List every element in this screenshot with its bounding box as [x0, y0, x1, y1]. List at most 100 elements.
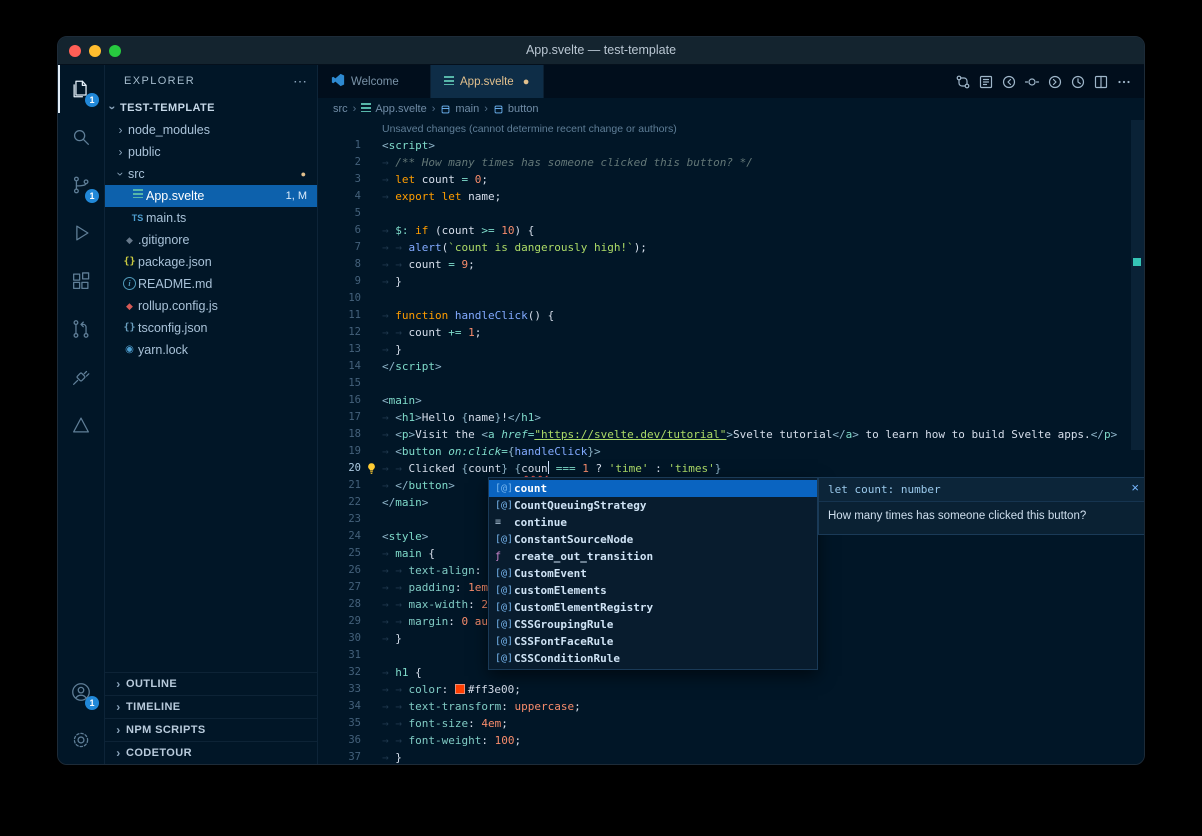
gutter-slot	[361, 426, 382, 443]
code-line[interactable]: 19→ <button on:click={handleClick}>	[318, 443, 1144, 460]
code-line[interactable]: 15	[318, 375, 1144, 392]
scrollbar-thumb[interactable]	[1131, 120, 1144, 450]
activitybar-run-and-debug-icon[interactable]	[58, 209, 104, 257]
suggestion-item[interactable]: [@]count	[489, 480, 817, 497]
file-row[interactable]: {}package.json	[105, 251, 317, 273]
activitybar-source-control-icon[interactable]: 1	[58, 161, 104, 209]
code-line[interactable]: 35 → → font-size: 4em;	[318, 715, 1144, 732]
file-row[interactable]: iREADME.md	[105, 273, 317, 295]
navigate-forward-icon[interactable]	[1047, 74, 1063, 90]
close-icon[interactable]: ×	[1131, 480, 1139, 495]
toggle-blame-icon[interactable]	[1024, 74, 1040, 90]
explorer-more-actions-icon[interactable]: ⋯	[293, 73, 307, 90]
suggestion-item[interactable]: [@]customElements	[489, 582, 817, 599]
code-line[interactable]: 14</script>	[318, 358, 1144, 375]
suggestion-item[interactable]: [@]CSSConditionRule	[489, 650, 817, 667]
suggestion-item[interactable]: [@]CountQueuingStrategy	[489, 497, 817, 514]
suggestion-item[interactable]: [@]ConstantSourceNode	[489, 531, 817, 548]
activitybar-extensions-icon[interactable]	[58, 257, 104, 305]
activitybar-azure-icon[interactable]	[58, 401, 104, 449]
close-window-button[interactable]	[69, 45, 81, 57]
file-row[interactable]: App.svelte1, M	[105, 185, 317, 207]
code-line[interactable]: 1<script>	[318, 137, 1144, 154]
suggestion-label: ConstantSourceNode	[514, 531, 633, 548]
sidebar-section-outline[interactable]: ›OUTLINE	[105, 672, 317, 695]
sidebar-section-npm-scripts[interactable]: ›NPM SCRIPTS	[105, 718, 317, 741]
suggestion-item[interactable]: [@]CustomEvent	[489, 565, 817, 582]
indent-whitespace: →	[382, 275, 395, 288]
code-line[interactable]: 6→ $: if (count >= 10) {	[318, 222, 1144, 239]
sidebar-section-codetour[interactable]: ›CODETOUR	[105, 741, 317, 764]
code-line[interactable]: 5	[318, 205, 1144, 222]
code-line[interactable]: 9→ }	[318, 273, 1144, 290]
suggestion-item[interactable]: [@]CSSFontFaceRule	[489, 633, 817, 650]
activitybar-remote-explorer-icon[interactable]	[58, 353, 104, 401]
section-label: NPM SCRIPTS	[126, 724, 206, 736]
suggestion-item[interactable]: ≡continue	[489, 514, 817, 531]
navigate-back-icon[interactable]	[1001, 74, 1017, 90]
code-line[interactable]: 2→ /** How many times has someone clicke…	[318, 154, 1144, 171]
code-line-content: → → font-size: 4em;	[382, 715, 1144, 732]
minimize-window-button[interactable]	[89, 45, 101, 57]
code-line[interactable]: 17→ <h1>Hello {name}!</h1>	[318, 409, 1144, 426]
git-compare-icon[interactable]	[955, 74, 971, 90]
suggestion-label: CustomElementRegistry	[514, 599, 653, 616]
file-history-icon[interactable]	[1070, 74, 1086, 90]
code-line[interactable]: 10	[318, 290, 1144, 307]
breadcrumb-item-main[interactable]: main	[440, 103, 479, 115]
code-line[interactable]: 3→ let count = 0;	[318, 171, 1144, 188]
tab-app-svelte[interactable]: App.svelte●	[431, 65, 544, 98]
breadcrumb-item-src[interactable]: src	[333, 103, 348, 115]
code-line[interactable]: 20→ → Clicked {count} {coun === 1 ? 'tim…	[318, 460, 1144, 477]
suggestion-item[interactable]: [@]CustomElementRegistry	[489, 599, 817, 616]
lightbulb-icon[interactable]	[361, 460, 382, 477]
activitybar-settings-icon[interactable]	[58, 716, 104, 764]
code-line[interactable]: 37→ }	[318, 749, 1144, 764]
code-line[interactable]: 33→ → color: #ff3e00;	[318, 681, 1144, 698]
activitybar-explorer-icon[interactable]: 1	[58, 65, 104, 113]
indent-whitespace: →	[382, 547, 395, 560]
code-line[interactable]: 18→ <p>Visit the <a href="https://svelte…	[318, 426, 1144, 443]
suggestion-item[interactable]: [@]CSSGroupingRule	[489, 616, 817, 633]
file-row[interactable]: ›src●	[105, 163, 317, 185]
file-row[interactable]: TSmain.ts	[105, 207, 317, 229]
line-number: 35	[318, 715, 361, 732]
code-line[interactable]: 16<main>	[318, 392, 1144, 409]
code-line-content: → → text-transform: uppercase;	[382, 698, 1144, 715]
file-label: package.json	[138, 255, 212, 269]
code-editor[interactable]: Unsaved changes (cannot determine recent…	[318, 120, 1144, 764]
code-line[interactable]: 34→ → text-transform: uppercase;	[318, 698, 1144, 715]
code-line[interactable]: 7→ → alert(`count is dangerously high!`)…	[318, 239, 1144, 256]
code-line[interactable]: 36→ → font-weight: 100;	[318, 732, 1144, 749]
file-row[interactable]: ◉yarn.lock	[105, 339, 317, 361]
activity-bar: 1 1 1	[58, 65, 105, 764]
file-row[interactable]: ›node_modules	[105, 119, 317, 141]
file-row[interactable]: ◆rollup.config.js	[105, 295, 317, 317]
code-line[interactable]: 13→ }	[318, 341, 1144, 358]
code-line[interactable]: 11→ function handleClick() {	[318, 307, 1144, 324]
gutter-slot	[361, 273, 382, 290]
line-number: 6	[318, 222, 361, 239]
breadcrumb-item-app-svelte[interactable]: App.svelte	[361, 103, 426, 115]
tab-welcome[interactable]: Welcome	[318, 65, 431, 98]
scrollbar[interactable]	[1131, 120, 1144, 764]
file-row[interactable]: ◆.gitignore	[105, 229, 317, 251]
code-line[interactable]: 8→ → count = 9;	[318, 256, 1144, 273]
more-actions-icon[interactable]	[1116, 74, 1132, 90]
file-row[interactable]: ›public	[105, 141, 317, 163]
suggestion-item[interactable]: ƒcreate_out_transition	[489, 548, 817, 565]
activitybar-accounts-icon[interactable]: 1	[58, 668, 104, 716]
code-line[interactable]: 12→ → count += 1;	[318, 324, 1144, 341]
line-number: 28	[318, 596, 361, 613]
activitybar-github-pull-requests-icon[interactable]	[58, 305, 104, 353]
project-root-row[interactable]: › TEST-TEMPLATE	[105, 97, 317, 119]
breadcrumb-item-button[interactable]: button	[493, 103, 539, 115]
sidebar-section-timeline[interactable]: ›TIMELINE	[105, 695, 317, 718]
code-line[interactable]: 4→ export let name;	[318, 188, 1144, 205]
split-editor-icon[interactable]	[1093, 74, 1109, 90]
symbol-variable-icon: [@]	[495, 480, 514, 497]
zoom-window-button[interactable]	[109, 45, 121, 57]
file-row[interactable]: {}tsconfig.json	[105, 317, 317, 339]
activitybar-search-icon[interactable]	[58, 113, 104, 161]
annotations-icon[interactable]	[978, 74, 994, 90]
